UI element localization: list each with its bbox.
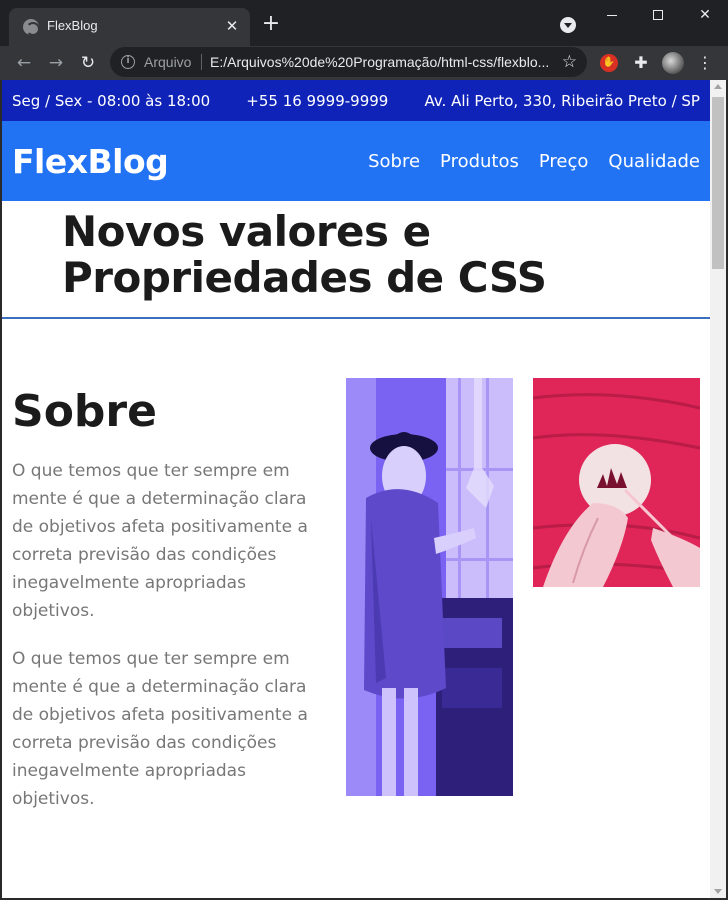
bookmark-star-icon[interactable]: ☆: [562, 52, 577, 72]
info-icon[interactable]: i: [121, 55, 135, 69]
maximize-button[interactable]: [635, 0, 681, 32]
sobre-paragraph: O que temos que ter sempre em mente é qu…: [12, 649, 308, 809]
url-divider: [201, 54, 202, 70]
page-scrollbar[interactable]: [710, 80, 726, 898]
browser-tab[interactable]: FlexBlog ✕: [9, 8, 250, 46]
sobre-paragraph: O que temos que ter sempre em mente é qu…: [12, 461, 308, 621]
hero-title-line-1: Novos valores e: [62, 207, 431, 256]
woman-window-photo: [346, 378, 513, 796]
url-scheme-label: Arquivo: [144, 54, 192, 70]
main-nav: Sobre Produtos Preço Qualidade: [368, 151, 700, 172]
nav-link-preco[interactable]: Preço: [539, 151, 589, 172]
hero-section: Novos valores e Propriedades de CSS: [2, 201, 710, 319]
forward-arrow-icon[interactable]: →: [43, 50, 69, 76]
phone-number: +55 16 9999-9999: [246, 91, 389, 110]
site-header: FlexBlog Sobre Produtos Preço Qualidade: [2, 121, 710, 201]
sobre-section: Sobre O que temos que ter sempre em ment…: [2, 319, 710, 879]
address: Av. Ali Perto, 330, Ribeirão Preto / SP: [424, 91, 700, 110]
hand-painting-photo: [533, 378, 700, 587]
hero-title: Novos valores e Propriedades de CSS: [62, 209, 710, 301]
back-arrow-icon[interactable]: ←: [11, 50, 37, 76]
url-text[interactable]: E:/Arquivos%20de%20Programação/html-css/…: [210, 54, 550, 70]
sobre-text-column: Sobre O que temos que ter sempre em ment…: [12, 387, 322, 833]
hero-title-line-2: Propriedades de CSS: [62, 253, 547, 302]
nav-link-produtos[interactable]: Produtos: [440, 151, 519, 172]
opening-hours: Seg / Sex - 08:00 às 18:00: [12, 91, 211, 110]
close-window-button[interactable]: ✕: [682, 0, 728, 32]
info-topbar: Seg / Sex - 08:00 às 18:00 +55 16 9999-9…: [2, 80, 710, 121]
nav-link-qualidade[interactable]: Qualidade: [608, 151, 700, 172]
minimize-button[interactable]: [589, 0, 635, 32]
tab-title: FlexBlog: [47, 18, 98, 33]
adblock-extension-icon[interactable]: ✋: [600, 54, 618, 72]
reload-icon[interactable]: ↻: [75, 50, 101, 76]
globe-icon: [23, 19, 40, 36]
page-viewport: Seg / Sex - 08:00 às 18:00 +55 16 9999-9…: [2, 80, 710, 898]
browser-toolbar: ← → ↻ i Arquivo E:/Arquivos%20de%20Progr…: [0, 46, 728, 80]
address-bar[interactable]: i Arquivo E:/Arquivos%20de%20Programação…: [110, 47, 587, 77]
scroll-down-arrow-icon[interactable]: [714, 889, 722, 894]
sobre-heading: Sobre: [12, 386, 157, 437]
extensions-puzzle-icon[interactable]: ✚: [632, 54, 650, 72]
site-logo[interactable]: FlexBlog: [12, 142, 169, 181]
nav-link-sobre[interactable]: Sobre: [368, 151, 420, 172]
new-tab-button[interactable]: +: [259, 13, 283, 37]
tab-search-icon[interactable]: [560, 17, 576, 33]
browser-tab-strip: FlexBlog ✕ + ✕: [0, 0, 728, 46]
browser-menu-icon[interactable]: ⋮: [696, 52, 714, 74]
scrollbar-thumb[interactable]: [712, 97, 724, 269]
profile-avatar[interactable]: [662, 52, 684, 74]
close-tab-icon[interactable]: ✕: [222, 16, 242, 36]
scroll-up-arrow-icon[interactable]: [714, 84, 722, 89]
